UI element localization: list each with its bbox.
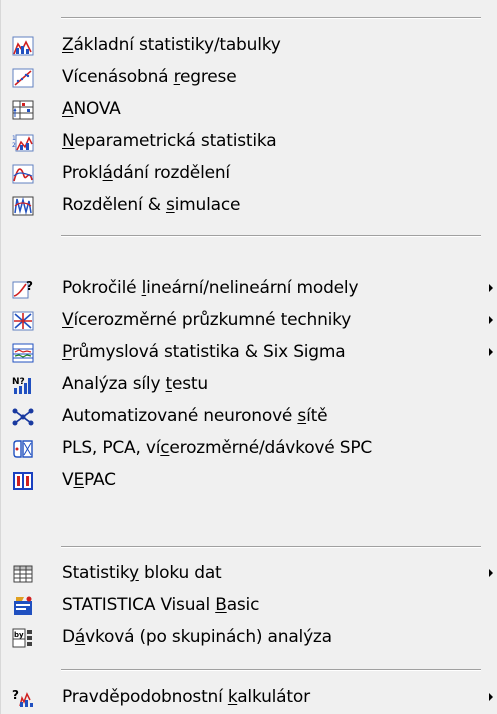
menu-item-label: STATISTICA Visual Basic xyxy=(62,595,260,615)
menu-item-label: Statistiky bloku dat xyxy=(62,563,222,583)
submenu-arrow-icon xyxy=(489,316,493,324)
menu-item-neural-networks[interactable]: Automatizované neuronové sítě xyxy=(1,401,497,433)
menu-item-basic-statistics[interactable]: Základní statistiky/tabulky xyxy=(1,30,497,62)
basic-statistics-icon xyxy=(12,36,34,56)
menu-separator xyxy=(61,17,481,19)
menu-item-label: Automatizované neuronové sítě xyxy=(62,406,328,426)
menu-item-label: Pokročilé lineární/nelineární modely xyxy=(62,278,359,298)
neural-networks-icon xyxy=(12,407,34,427)
menu-separator xyxy=(61,546,481,548)
probability-calculator-icon: ? xyxy=(12,688,34,708)
distribution-simulation-icon xyxy=(12,196,34,216)
svg-text:N?: N? xyxy=(12,377,25,387)
submenu-arrow-icon xyxy=(489,348,493,356)
vepac-icon xyxy=(12,471,34,491)
visual-basic-icon xyxy=(12,596,34,616)
menu-item-multivariate-exploratory[interactable]: Vícerozměrné průzkumné techniky xyxy=(1,305,497,337)
nonparametric-icon: 12 xyxy=(12,132,34,152)
advanced-models-icon: ? xyxy=(12,279,34,299)
industrial-statistics-icon xyxy=(12,343,34,363)
menu-item-advanced-models[interactable]: ? Pokročilé lineární/nelineární modely xyxy=(1,273,497,305)
menu-item-label: Dávková (po skupinách) analýza xyxy=(62,627,332,647)
menu-item-label: Analýza síly testu xyxy=(62,374,208,394)
menu-item-label: Prokládání rozdělení xyxy=(62,163,230,183)
submenu-arrow-icon xyxy=(489,284,493,292)
menu-item-label: ANOVA xyxy=(62,99,121,119)
menu-item-visual-basic[interactable]: STATISTICA Visual Basic xyxy=(1,590,497,622)
multivariate-exploratory-icon xyxy=(12,311,34,331)
menu-item-power-analysis[interactable]: N? Analýza síly testu xyxy=(1,369,497,401)
menu-item-distribution-simulation[interactable]: Rozdělení & simulace xyxy=(1,190,497,222)
menu-separator xyxy=(61,235,481,237)
menu-separator xyxy=(61,669,481,671)
svg-text:1: 1 xyxy=(12,135,16,142)
submenu-arrow-icon xyxy=(489,569,493,577)
menu-item-label: Vícenásobná regrese xyxy=(62,67,237,87)
anova-icon xyxy=(12,100,34,120)
menu-item-vepac[interactable]: VEPAC xyxy=(1,465,497,497)
distribution-fitting-icon xyxy=(12,164,34,184)
menu-item-industrial-statistics[interactable]: Průmyslová statistika & Six Sigma xyxy=(1,337,497,369)
menu-item-label: Vícerozměrné průzkumné techniky xyxy=(62,310,352,330)
svg-text:2: 2 xyxy=(12,142,16,149)
menu-item-block-stats[interactable]: Statistiky bloku dat xyxy=(1,558,497,590)
block-stats-icon xyxy=(12,564,34,584)
menu-item-label: Základní statistiky/tabulky xyxy=(62,35,281,55)
menu-item-by-group-analysis[interactable]: by Dávková (po skupinách) analýza xyxy=(1,622,497,654)
menu-item-label: VEPAC xyxy=(62,470,116,490)
menu-item-multiple-regression[interactable]: Vícenásobná regrese xyxy=(1,62,497,94)
by-group-icon: by xyxy=(12,628,34,648)
svg-text:?: ? xyxy=(26,279,33,293)
menu-item-label: Rozdělení & simulace xyxy=(62,195,241,215)
svg-text:?: ? xyxy=(12,688,19,702)
menu-item-label: Průmyslová statistika & Six Sigma xyxy=(62,342,346,362)
pls-pca-icon xyxy=(12,439,34,459)
menu-item-nonparametric[interactable]: 12 Neparametrická statistika xyxy=(1,126,497,158)
menu-item-pls-pca[interactable]: PLS, PCA, vícerozměrné/dávkové SPC xyxy=(1,433,497,465)
menu-item-label: PLS, PCA, vícerozměrné/dávkové SPC xyxy=(62,438,373,458)
submenu-arrow-icon xyxy=(489,693,493,701)
svg-text:by: by xyxy=(14,631,24,639)
power-analysis-icon: N? xyxy=(12,375,34,395)
menu-item-distribution-fitting[interactable]: Prokládání rozdělení xyxy=(1,158,497,190)
multiple-regression-icon xyxy=(12,68,34,88)
menu-item-label: Neparametrická statistika xyxy=(62,131,277,151)
statistics-menu: Základní statistiky/tabulky Vícenásobná … xyxy=(0,0,497,714)
menu-item-probability-calculator[interactable]: ? Pravděpodobnostní kalkulátor xyxy=(1,682,497,714)
menu-item-anova[interactable]: ANOVA xyxy=(1,94,497,126)
menu-item-label: Pravděpodobnostní kalkulátor xyxy=(62,687,310,707)
